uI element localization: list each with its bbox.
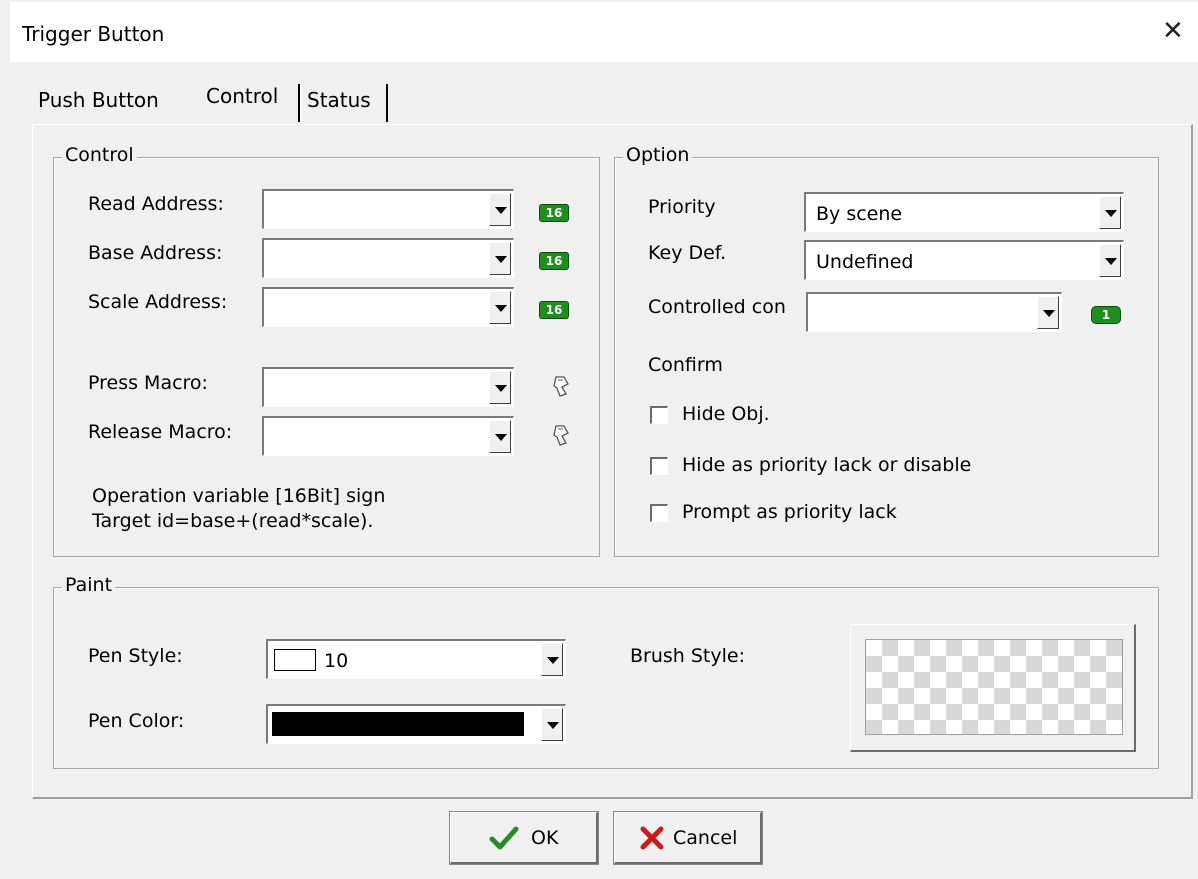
- release-macro-label: Release Macro:: [88, 421, 233, 443]
- controlled-con-combo[interactable]: [806, 292, 1062, 332]
- word-address-16-icon[interactable]: 16: [540, 205, 568, 221]
- chevron-down-icon[interactable]: [1099, 244, 1121, 277]
- ok-label: OK: [531, 827, 559, 849]
- chevron-down-icon[interactable]: [489, 371, 511, 404]
- read-address-label: Read Address:: [88, 193, 224, 215]
- priority-value: By scene: [816, 203, 903, 225]
- x-icon: [640, 826, 664, 850]
- press-macro-label: Press Macro:: [88, 372, 208, 394]
- read-address-combo[interactable]: [262, 189, 514, 229]
- prompt-as-priority-lack-label: Prompt as priority lack: [682, 501, 897, 523]
- ok-button[interactable]: OK: [449, 811, 599, 865]
- chevron-down-icon[interactable]: [489, 242, 511, 275]
- priority-combo[interactable]: By scene: [804, 192, 1124, 232]
- paint-group-title: Paint: [62, 574, 116, 596]
- operation-note-line2: Target id=base+(read*scale).: [92, 510, 374, 532]
- close-icon[interactable]: ✕: [1162, 16, 1184, 46]
- chevron-down-icon[interactable]: [489, 420, 511, 453]
- tab-status[interactable]: Status: [307, 88, 371, 112]
- checkmark-icon: [489, 826, 519, 850]
- scale-address-label: Scale Address:: [88, 291, 228, 313]
- cancel-label: Cancel: [673, 827, 738, 849]
- chevron-down-icon[interactable]: [541, 708, 563, 741]
- pen-style-label: Pen Style:: [88, 645, 183, 667]
- pen-color-combo[interactable]: [266, 704, 566, 744]
- pen-color-label: Pen Color:: [88, 710, 185, 732]
- tab-divider: [300, 84, 302, 122]
- key-def-value: Undefined: [816, 251, 914, 273]
- macro-edit-icon[interactable]: [550, 423, 572, 447]
- priority-label: Priority: [648, 196, 716, 218]
- word-address-16-icon[interactable]: 16: [540, 302, 568, 318]
- hide-as-priority-lack-checkbox[interactable]: [650, 457, 668, 475]
- trigger-button-dialog: Trigger Button ✕ Push Button Control Sta…: [10, 2, 1198, 879]
- press-macro-combo[interactable]: [262, 367, 514, 407]
- key-def-label: Key Def.: [648, 242, 727, 264]
- hide-obj-checkbox[interactable]: [650, 406, 668, 424]
- key-def-combo[interactable]: Undefined: [804, 240, 1124, 280]
- chevron-down-icon[interactable]: [489, 291, 511, 324]
- tab-push-button[interactable]: Push Button: [38, 88, 159, 112]
- control-group-title: Control: [62, 144, 137, 166]
- tab-divider: [386, 84, 388, 122]
- pen-style-combo[interactable]: 10: [266, 639, 566, 679]
- brush-pattern-preview: [865, 639, 1123, 735]
- base-address-combo[interactable]: [262, 238, 514, 278]
- brush-style-button[interactable]: [850, 624, 1136, 752]
- controlled-con-label: Controlled con: [648, 296, 786, 318]
- bit-address-1-icon[interactable]: 1: [1092, 307, 1120, 323]
- scale-address-combo[interactable]: [262, 287, 514, 327]
- macro-edit-icon[interactable]: [550, 374, 572, 398]
- pen-color-swatch: [272, 712, 524, 736]
- chevron-down-icon[interactable]: [1099, 196, 1121, 229]
- pen-style-swatch: [274, 649, 316, 671]
- title-bar: Trigger Button ✕: [10, 2, 1198, 62]
- tab-control[interactable]: Control: [206, 84, 278, 108]
- confirm-label: Confirm: [648, 354, 723, 376]
- brush-style-label: Brush Style:: [630, 645, 745, 667]
- base-address-label: Base Address:: [88, 242, 223, 264]
- release-macro-combo[interactable]: [262, 416, 514, 456]
- word-address-16-icon[interactable]: 16: [540, 253, 568, 269]
- hide-as-priority-lack-label: Hide as priority lack or disable: [682, 454, 972, 476]
- prompt-as-priority-lack-checkbox[interactable]: [650, 504, 668, 522]
- chevron-down-icon[interactable]: [541, 643, 563, 676]
- pen-style-value: 10: [324, 650, 349, 672]
- dialog-title: Trigger Button: [22, 22, 165, 46]
- option-group-title: Option: [623, 144, 693, 166]
- hide-obj-label: Hide Obj.: [682, 403, 770, 425]
- chevron-down-icon[interactable]: [1037, 296, 1059, 329]
- chevron-down-icon[interactable]: [489, 193, 511, 226]
- cancel-button[interactable]: Cancel: [613, 811, 763, 865]
- operation-note-line1: Operation variable [16Bit] sign: [92, 485, 386, 507]
